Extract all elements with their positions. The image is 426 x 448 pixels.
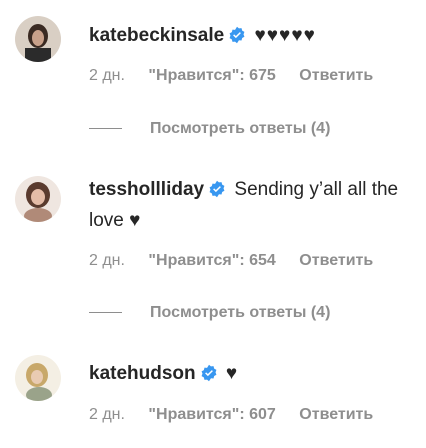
view-replies-label: Посмотреть ответы (4) xyxy=(150,304,331,321)
comment-text: ♥ xyxy=(225,363,238,384)
reply-button[interactable]: Ответить xyxy=(299,406,373,423)
likes-count[interactable]: "Нравится": 654 xyxy=(148,252,275,269)
avatar[interactable] xyxy=(15,16,61,62)
comment-meta: 2 дн. "Нравится": 607 Ответить xyxy=(89,406,373,424)
divider-line xyxy=(89,128,122,130)
divider-line xyxy=(89,312,122,314)
comment-meta: 2 дн. "Нравится": 675 Ответить xyxy=(89,67,373,85)
view-replies-label: Посмотреть ответы (4) xyxy=(150,120,331,137)
view-replies-button[interactable]: Посмотреть ответы (4) xyxy=(89,120,330,138)
username-link[interactable]: tesshollliday xyxy=(89,179,204,200)
username-link[interactable]: katebeckinsale xyxy=(89,25,224,46)
likes-count[interactable]: "Нравится": 607 xyxy=(148,406,275,423)
username-link[interactable]: katehudson xyxy=(89,363,196,384)
view-replies-button[interactable]: Посмотреть ответы (4) xyxy=(89,304,330,322)
reply-button[interactable]: Ответить xyxy=(299,252,373,269)
avatar[interactable] xyxy=(15,176,61,222)
avatar[interactable] xyxy=(15,355,61,401)
comment-time: 2 дн. xyxy=(89,67,125,84)
comment-text: ♥♥♥♥♥ xyxy=(254,25,316,46)
likes-count[interactable]: "Нравится": 675 xyxy=(148,67,275,84)
comment-time: 2 дн. xyxy=(89,252,125,269)
comment-meta: 2 дн. "Нравится": 654 Ответить xyxy=(89,252,373,270)
verified-badge-icon xyxy=(228,25,246,53)
verified-badge-icon xyxy=(208,179,226,207)
verified-badge-icon xyxy=(200,363,218,391)
comment-time: 2 дн. xyxy=(89,406,125,423)
reply-button[interactable]: Ответить xyxy=(299,67,373,84)
